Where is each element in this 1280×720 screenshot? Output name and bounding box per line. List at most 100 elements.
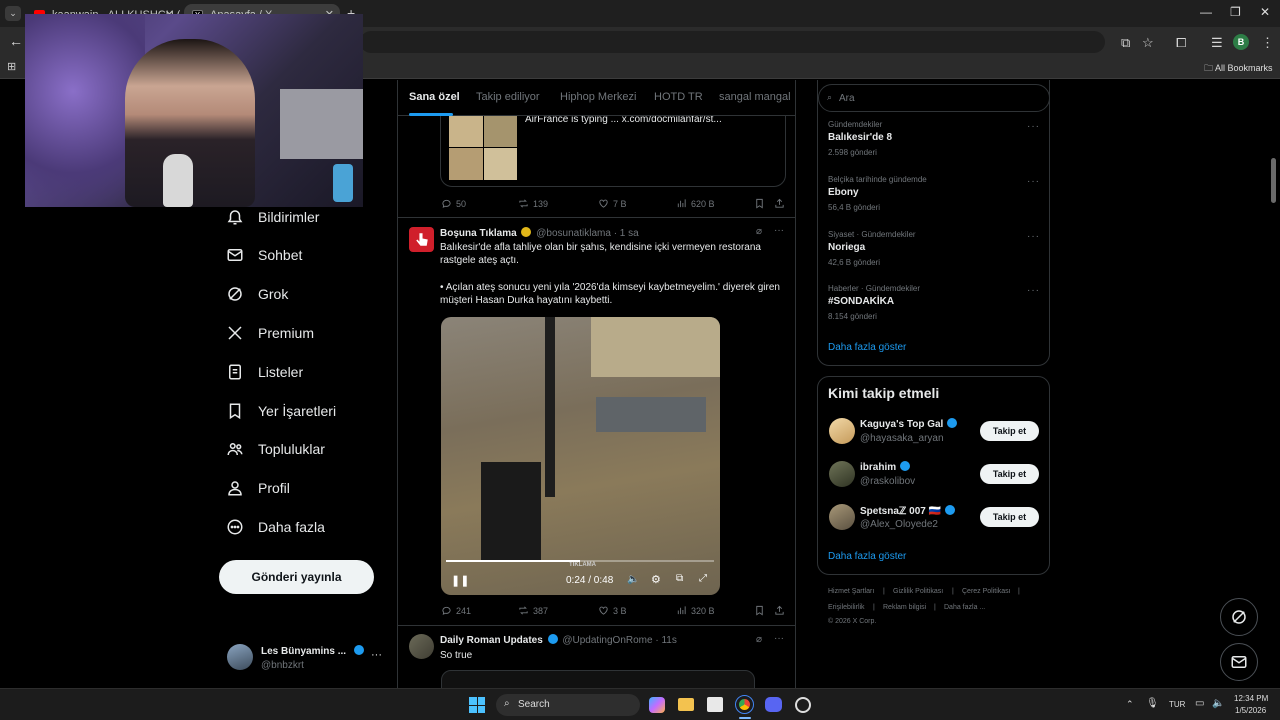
clock-time[interactable]: 12:34 PM	[1234, 694, 1268, 703]
all-bookmarks-folder[interactable]: 🗀 All Bookmarks	[1204, 61, 1273, 77]
pip-icon[interactable]: ⧉	[676, 573, 683, 584]
trend-more-icon[interactable]: ···	[1027, 231, 1040, 242]
footer-link[interactable]: Erişilebilirlik	[828, 604, 865, 611]
trend-more-icon[interactable]: ···	[1027, 176, 1040, 187]
app-icon[interactable]	[795, 697, 811, 713]
volume-icon[interactable]: 🔈	[627, 574, 639, 585]
star-bookmark-icon[interactable]: ☆	[1142, 35, 1154, 51]
user-avatar[interactable]	[829, 461, 855, 487]
nav-yer-isaretleri[interactable]: Yer İşaretleri	[226, 396, 336, 426]
reply-action[interactable]: 241	[441, 605, 471, 616]
author-handle[interactable]: @bosunatiklama	[536, 228, 611, 239]
divider	[398, 217, 795, 218]
page-scrollbar[interactable]	[1271, 158, 1276, 203]
fullscreen-icon[interactable]: ⤢	[699, 573, 707, 584]
like-action[interactable]: 3 B	[598, 605, 627, 616]
tweet-avatar[interactable]	[409, 634, 434, 659]
reply-action[interactable]: 50	[441, 198, 466, 209]
repost-action[interactable]: 139	[518, 198, 548, 209]
restore-icon[interactable]: ❐	[1230, 5, 1241, 19]
follow-button[interactable]: Takip et	[980, 507, 1039, 527]
share-action[interactable]	[774, 605, 789, 616]
discord-icon[interactable]	[765, 697, 782, 712]
clock-date[interactable]: 1/5/2026	[1235, 706, 1266, 715]
apps-grid-icon[interactable]: ⊞	[7, 60, 16, 73]
nav-grok[interactable]: Grok	[226, 279, 288, 309]
nav-profil[interactable]: Profil	[226, 473, 290, 503]
repost-action[interactable]: 387	[518, 605, 548, 616]
grok-float-button[interactable]	[1220, 598, 1258, 636]
trend-more-icon[interactable]: ···	[1027, 121, 1040, 132]
views-action[interactable]: 320 B	[676, 605, 715, 616]
footer-link[interactable]: Daha fazla ...	[944, 604, 985, 611]
profile-avatar[interactable]: B	[1233, 34, 1249, 50]
tweet-time[interactable]: · 11s	[655, 635, 677, 646]
tweet-more-icon[interactable]: ···	[774, 633, 784, 644]
microphone-icon[interactable]: 🎙	[1146, 698, 1159, 709]
tray-overflow-icon[interactable]: ⌃	[1126, 699, 1134, 710]
like-action[interactable]: 7 B	[598, 198, 627, 209]
reading-list-icon[interactable]: ☰	[1211, 35, 1223, 51]
footer-link[interactable]: Reklam bilgisi	[883, 604, 926, 611]
volume-icon[interactable]: 🔈	[1212, 698, 1224, 709]
taskbar-search[interactable]: ⌕ Search	[496, 694, 640, 716]
footer-link[interactable]: Çerez Politikası	[962, 588, 1011, 595]
close-window-icon[interactable]: ✕	[1260, 5, 1270, 19]
address-bar[interactable]	[360, 31, 1105, 53]
author-handle[interactable]: @UpdatingOnRome	[562, 635, 652, 646]
tab-takip-ediliyor[interactable]: Takip ediliyor	[476, 91, 540, 103]
bookmark-action[interactable]	[754, 605, 769, 616]
settings-gear-icon[interactable]: ⚙	[651, 573, 661, 586]
follow-button[interactable]: Takip et	[980, 421, 1039, 441]
follow-button[interactable]: Takip et	[980, 464, 1039, 484]
footer-separator: |	[934, 604, 936, 611]
account-more-icon[interactable]: ···	[371, 649, 382, 661]
nav-sohbet[interactable]: Sohbet	[226, 240, 302, 270]
follow-show-more-link[interactable]: Daha fazla göster	[828, 551, 906, 562]
user-avatar[interactable]	[829, 504, 855, 530]
user-avatar[interactable]	[829, 418, 855, 444]
grok-icon[interactable]: ⌀	[756, 634, 762, 645]
chrome-icon[interactable]	[735, 695, 754, 714]
minimize-icon[interactable]: —	[1200, 5, 1212, 19]
grok-icon[interactable]: ⌀	[756, 226, 762, 237]
footer-link[interactable]: Hizmet Şartları	[828, 588, 874, 595]
tweet-more-icon[interactable]: ···	[774, 225, 784, 236]
extensions-icon[interactable]: ⧠	[1176, 35, 1186, 51]
webcam-microphone	[163, 154, 193, 207]
tweet-avatar[interactable]	[409, 227, 434, 252]
nav-listeler[interactable]: Listeler	[226, 357, 303, 387]
messages-float-button[interactable]	[1220, 643, 1258, 681]
tweet-media[interactable]	[441, 670, 755, 688]
nav-topluluklar[interactable]: Topluluklar	[226, 434, 325, 464]
windows-start-icon[interactable]	[469, 697, 485, 713]
views-action[interactable]: 620 B	[676, 198, 715, 209]
nav-premium[interactable]: Premium	[226, 318, 314, 348]
menu-kebab-icon[interactable]: ⋮	[1261, 35, 1274, 51]
file-explorer-icon[interactable]	[678, 698, 694, 711]
bookmark-action[interactable]	[754, 198, 769, 209]
store-icon[interactable]	[707, 697, 723, 712]
tab-hotd-tr[interactable]: HOTD TR	[654, 91, 703, 103]
video-progress-track[interactable]	[446, 560, 714, 562]
language-indicator[interactable]: TUR	[1169, 700, 1185, 709]
footer-link[interactable]: Gizlilik Politikası	[893, 588, 943, 595]
pause-icon[interactable]: ❚❚	[451, 574, 469, 587]
display-icon[interactable]: ▭	[1195, 698, 1204, 709]
tab-sana-ozel[interactable]: Sana özel	[409, 91, 460, 103]
post-button[interactable]: Gönderi yayınla	[219, 560, 374, 594]
copilot-icon[interactable]	[649, 697, 665, 713]
trends-show-more-link[interactable]: Daha fazla göster	[828, 342, 906, 353]
tab-sangal-mangal[interactable]: sangal mangal	[719, 91, 791, 103]
author-name[interactable]: Daily Roman Updates	[440, 635, 543, 646]
author-name[interactable]: Boşuna Tıklama	[440, 228, 517, 239]
tweet-video[interactable]: TIKLAMA ❚❚ 0:24 / 0:48 🔈 ⚙ ⧉ ⤢	[441, 317, 720, 595]
tweet-time[interactable]: · 1 sa	[614, 228, 639, 239]
tab-hiphop-merkezi[interactable]: Hiphop Merkezi	[560, 91, 636, 103]
share-action[interactable]	[774, 198, 789, 209]
nav-daha-fazla[interactable]: Daha fazla	[226, 512, 325, 542]
install-app-icon[interactable]: ⧉	[1121, 35, 1130, 51]
tab-search-button[interactable]: ⌄	[5, 6, 21, 21]
trend-more-icon[interactable]: ···	[1027, 285, 1040, 296]
back-icon[interactable]: ←	[9, 33, 23, 49]
